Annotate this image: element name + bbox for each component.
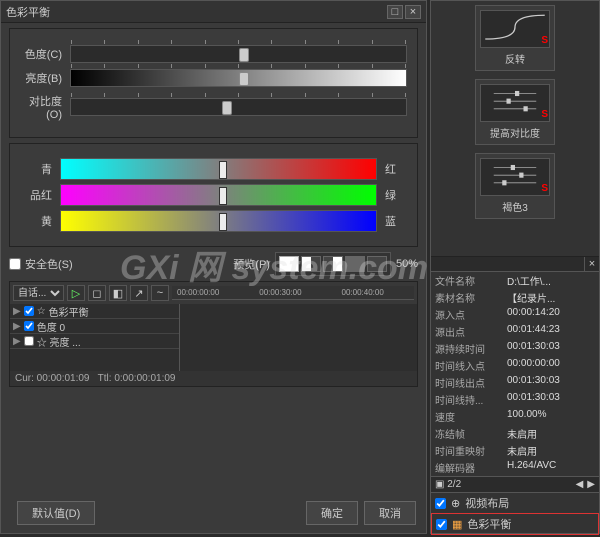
brightness-label: 亮度(B) [20, 70, 70, 86]
property-row: 源入点00:00:14:20 [431, 306, 599, 323]
prop-tab[interactable] [431, 257, 585, 271]
property-row: 编解码器H.264/AVC [431, 459, 599, 476]
tone-panel: 色度(C) 亮度(B) 对比度(O) [9, 28, 418, 138]
tl-btn-3[interactable]: ↗ [130, 285, 148, 301]
current-time: Cur: 00:00:01:09 [15, 373, 90, 384]
page-prev[interactable]: ◀ [576, 479, 584, 490]
properties-panel: × 文件名称D:\工作\...素材名称【纪录片...源入点00:00:14:20… [431, 257, 599, 537]
safe-color-checkbox[interactable]: 安全色(S) [9, 256, 73, 272]
effect-invert[interactable]: S 反转 [475, 5, 555, 71]
contrast-slider[interactable] [70, 98, 407, 116]
cyan-red-slider[interactable] [60, 158, 377, 180]
property-row: 冻结帧未启用 [431, 425, 599, 442]
time-ruler[interactable]: 00:00:00:00 00:00:30:00 00:00:40:00 [172, 286, 414, 300]
tl-btn-4[interactable]: ~ [151, 285, 169, 301]
track-brightness[interactable]: ▶☆ 亮度 ... [10, 334, 179, 349]
cyan-label: 青 [20, 161, 60, 177]
dialog-title: 色彩平衡 [6, 4, 385, 20]
cancel-button[interactable]: 取消 [364, 501, 416, 525]
prop-close[interactable]: × [585, 257, 599, 271]
contrast-label: 对比度(O) [20, 93, 70, 121]
color-panel: 青 红 品红 绿 黄 蓝 [9, 143, 418, 247]
total-time: Ttl: 0:00:00:01:09 [98, 373, 176, 384]
property-row: 时间线持...00:01:30:03 [431, 391, 599, 408]
yellow-blue-slider[interactable] [60, 210, 377, 232]
tl-btn-1[interactable]: ◻ [88, 285, 106, 301]
track-colorbalance[interactable]: ▶☆ 色彩平衡 [10, 304, 179, 319]
play-button[interactable]: ▷ [67, 285, 85, 301]
right-panel: S 反转 S 提高对比度 S 褐色3 × 文件名称D:\工作\...素材名称【纪… [430, 0, 600, 534]
property-row: 速度100.00% [431, 408, 599, 425]
preview-mode-5[interactable] [367, 256, 387, 272]
preview-percent[interactable]: 50% [396, 258, 418, 270]
hue-label: 色度(C) [20, 46, 70, 62]
brightness-slider[interactable] [70, 69, 407, 87]
timeline-dropdown[interactable]: 自话... [13, 285, 64, 301]
magenta-label: 品红 [20, 187, 60, 203]
page-next[interactable]: ▶ [587, 479, 595, 490]
property-row: 文件名称D:\工作\... [431, 272, 599, 289]
yellow-label: 黄 [20, 213, 60, 229]
preview-mode-4[interactable] [345, 256, 365, 272]
red-label: 红 [377, 161, 407, 177]
track-hue[interactable]: ▶色度 0 [10, 319, 179, 334]
property-row: 源持续时间00:01:30:03 [431, 340, 599, 357]
blue-label: 蓝 [377, 213, 407, 229]
applied-effect[interactable]: ⊕视频布局 [431, 493, 599, 513]
close-button[interactable]: × [405, 5, 421, 19]
tl-btn-2[interactable]: ◧ [109, 285, 127, 301]
effect-contrast[interactable]: S 提高对比度 [475, 79, 555, 145]
property-row: 时间线出点00:01:30:03 [431, 374, 599, 391]
preview-mode-1[interactable] [279, 256, 299, 272]
color-balance-dialog: 色彩平衡 □ × 色度(C) 亮度(B) 对比度(O) [0, 0, 427, 534]
ok-button[interactable]: 确定 [306, 501, 358, 525]
timeline-panel: 自话... ▷ ◻ ◧ ↗ ~ 00:00:00:00 00:00:30:00 … [9, 281, 418, 387]
property-row: 素材名称【纪录片... [431, 289, 599, 306]
page-indicator: ▣ 2/2 [435, 479, 461, 490]
maximize-button[interactable]: □ [387, 5, 403, 19]
hue-slider[interactable] [70, 45, 407, 63]
preview-mode-3[interactable] [323, 256, 343, 272]
default-button[interactable]: 默认值(D) [17, 501, 95, 525]
applied-effect[interactable]: ▦色彩平衡 [431, 513, 599, 535]
preview-label: 预览(P) [233, 256, 270, 272]
effect-sepia[interactable]: S 褐色3 [475, 153, 555, 219]
property-row: 源出点00:01:44:23 [431, 323, 599, 340]
property-row: 时间线入点00:00:00:00 [431, 357, 599, 374]
property-row: 时间重映射未启用 [431, 442, 599, 459]
titlebar: 色彩平衡 □ × [1, 1, 426, 23]
effects-area: S 反转 S 提高对比度 S 褐色3 [431, 1, 599, 257]
green-label: 绿 [377, 187, 407, 203]
preview-group: 预览(P) 50% [233, 252, 418, 276]
preview-mode-2[interactable] [301, 256, 321, 272]
timeline-area[interactable] [180, 304, 417, 371]
magenta-green-slider[interactable] [60, 184, 377, 206]
